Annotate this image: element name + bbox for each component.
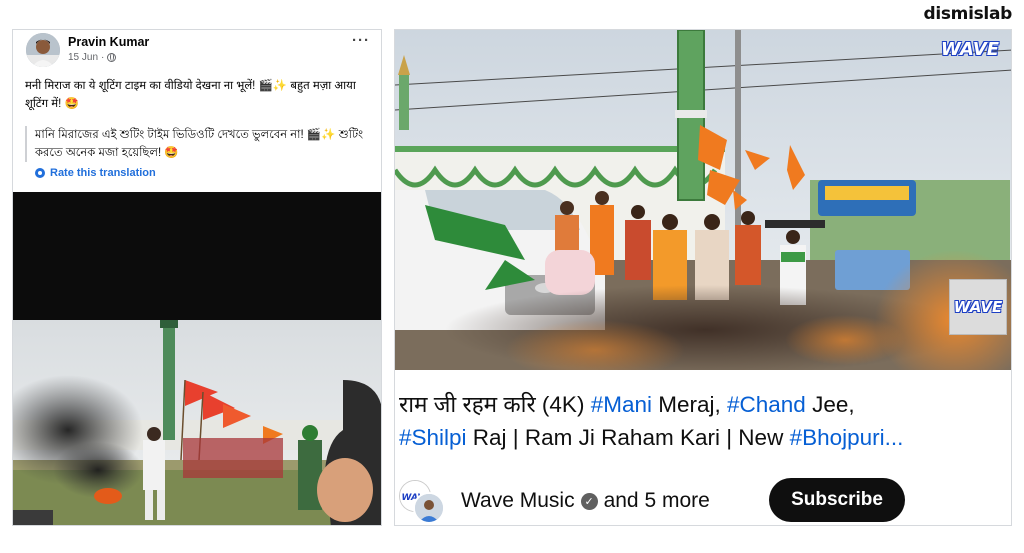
verified-icon: ✓ — [580, 492, 598, 510]
facebook-post-card: Pravin Kumar 15 Jun · ··· मनी मिराज का य… — [12, 29, 382, 526]
dismislab-logo: dismislab — [923, 4, 1012, 24]
post-meta: 15 Jun · — [68, 52, 117, 63]
author-name[interactable]: Pravin Kumar — [68, 35, 149, 49]
video-thumbnail[interactable]: WAVE WAVE — [395, 30, 1011, 390]
channel-name-group[interactable]: Wave Music ✓ and 5 more — [461, 489, 710, 513]
hashtag-link[interactable]: #Mani — [591, 392, 652, 417]
channel-name[interactable]: Wave Music — [461, 489, 575, 513]
post-header: Pravin Kumar 15 Jun · ··· — [13, 30, 381, 72]
title-part: Meraj, — [651, 392, 727, 417]
video-frame-photo[interactable] — [13, 320, 381, 525]
youtube-video-card: WAVE WAVE राम जी रहम करि (4K) #Mani Mera… — [394, 29, 1012, 526]
post-text: मनी मिराज का ये शूटिंग टाइम का वीडियो दे… — [25, 80, 356, 110]
channel-row: WAVE Wave Music ✓ and 5 more Subscribe — [399, 476, 1009, 524]
collaborators-count[interactable]: and 5 more — [604, 489, 710, 513]
globe-icon — [107, 53, 117, 62]
post-date[interactable]: 15 Jun — [68, 52, 98, 63]
subscribe-button[interactable]: Subscribe — [769, 478, 905, 522]
meta-separator: · — [101, 52, 105, 63]
wave-watermark-logo: WAVE — [940, 39, 999, 60]
more-options-icon[interactable]: ··· — [352, 32, 370, 49]
hashtag-link[interactable]: #Bhojpuri... — [790, 425, 904, 450]
title-part: Raj | Ram Ji Raham Kari | New — [466, 425, 790, 450]
video-black-frame[interactable] — [13, 192, 381, 320]
author-avatar[interactable] — [26, 33, 60, 67]
title-part: Jee, — [805, 392, 855, 417]
hashtag-link[interactable]: #Chand — [727, 392, 806, 417]
hashtag-link[interactable]: #Shilpi — [399, 425, 467, 450]
title-part: राम जी रहम करि (4K) — [399, 392, 591, 417]
gear-icon — [35, 168, 45, 178]
video-title[interactable]: राम जी रहम करि (4K) #Mani Meraj, #Chand … — [399, 388, 1011, 454]
rate-translation-link[interactable]: Rate this translation — [35, 167, 156, 179]
rate-translation-label: Rate this translation — [50, 167, 156, 179]
wave-watermark-box: WAVE — [949, 279, 1007, 335]
translated-text: মানি মিরাজের এই শুটিং টাইম ভিডিওটি দেখতে… — [25, 126, 375, 162]
channel-avatar-collaborator[interactable] — [413, 492, 445, 524]
channel-avatars[interactable]: WAVE — [399, 480, 445, 524]
